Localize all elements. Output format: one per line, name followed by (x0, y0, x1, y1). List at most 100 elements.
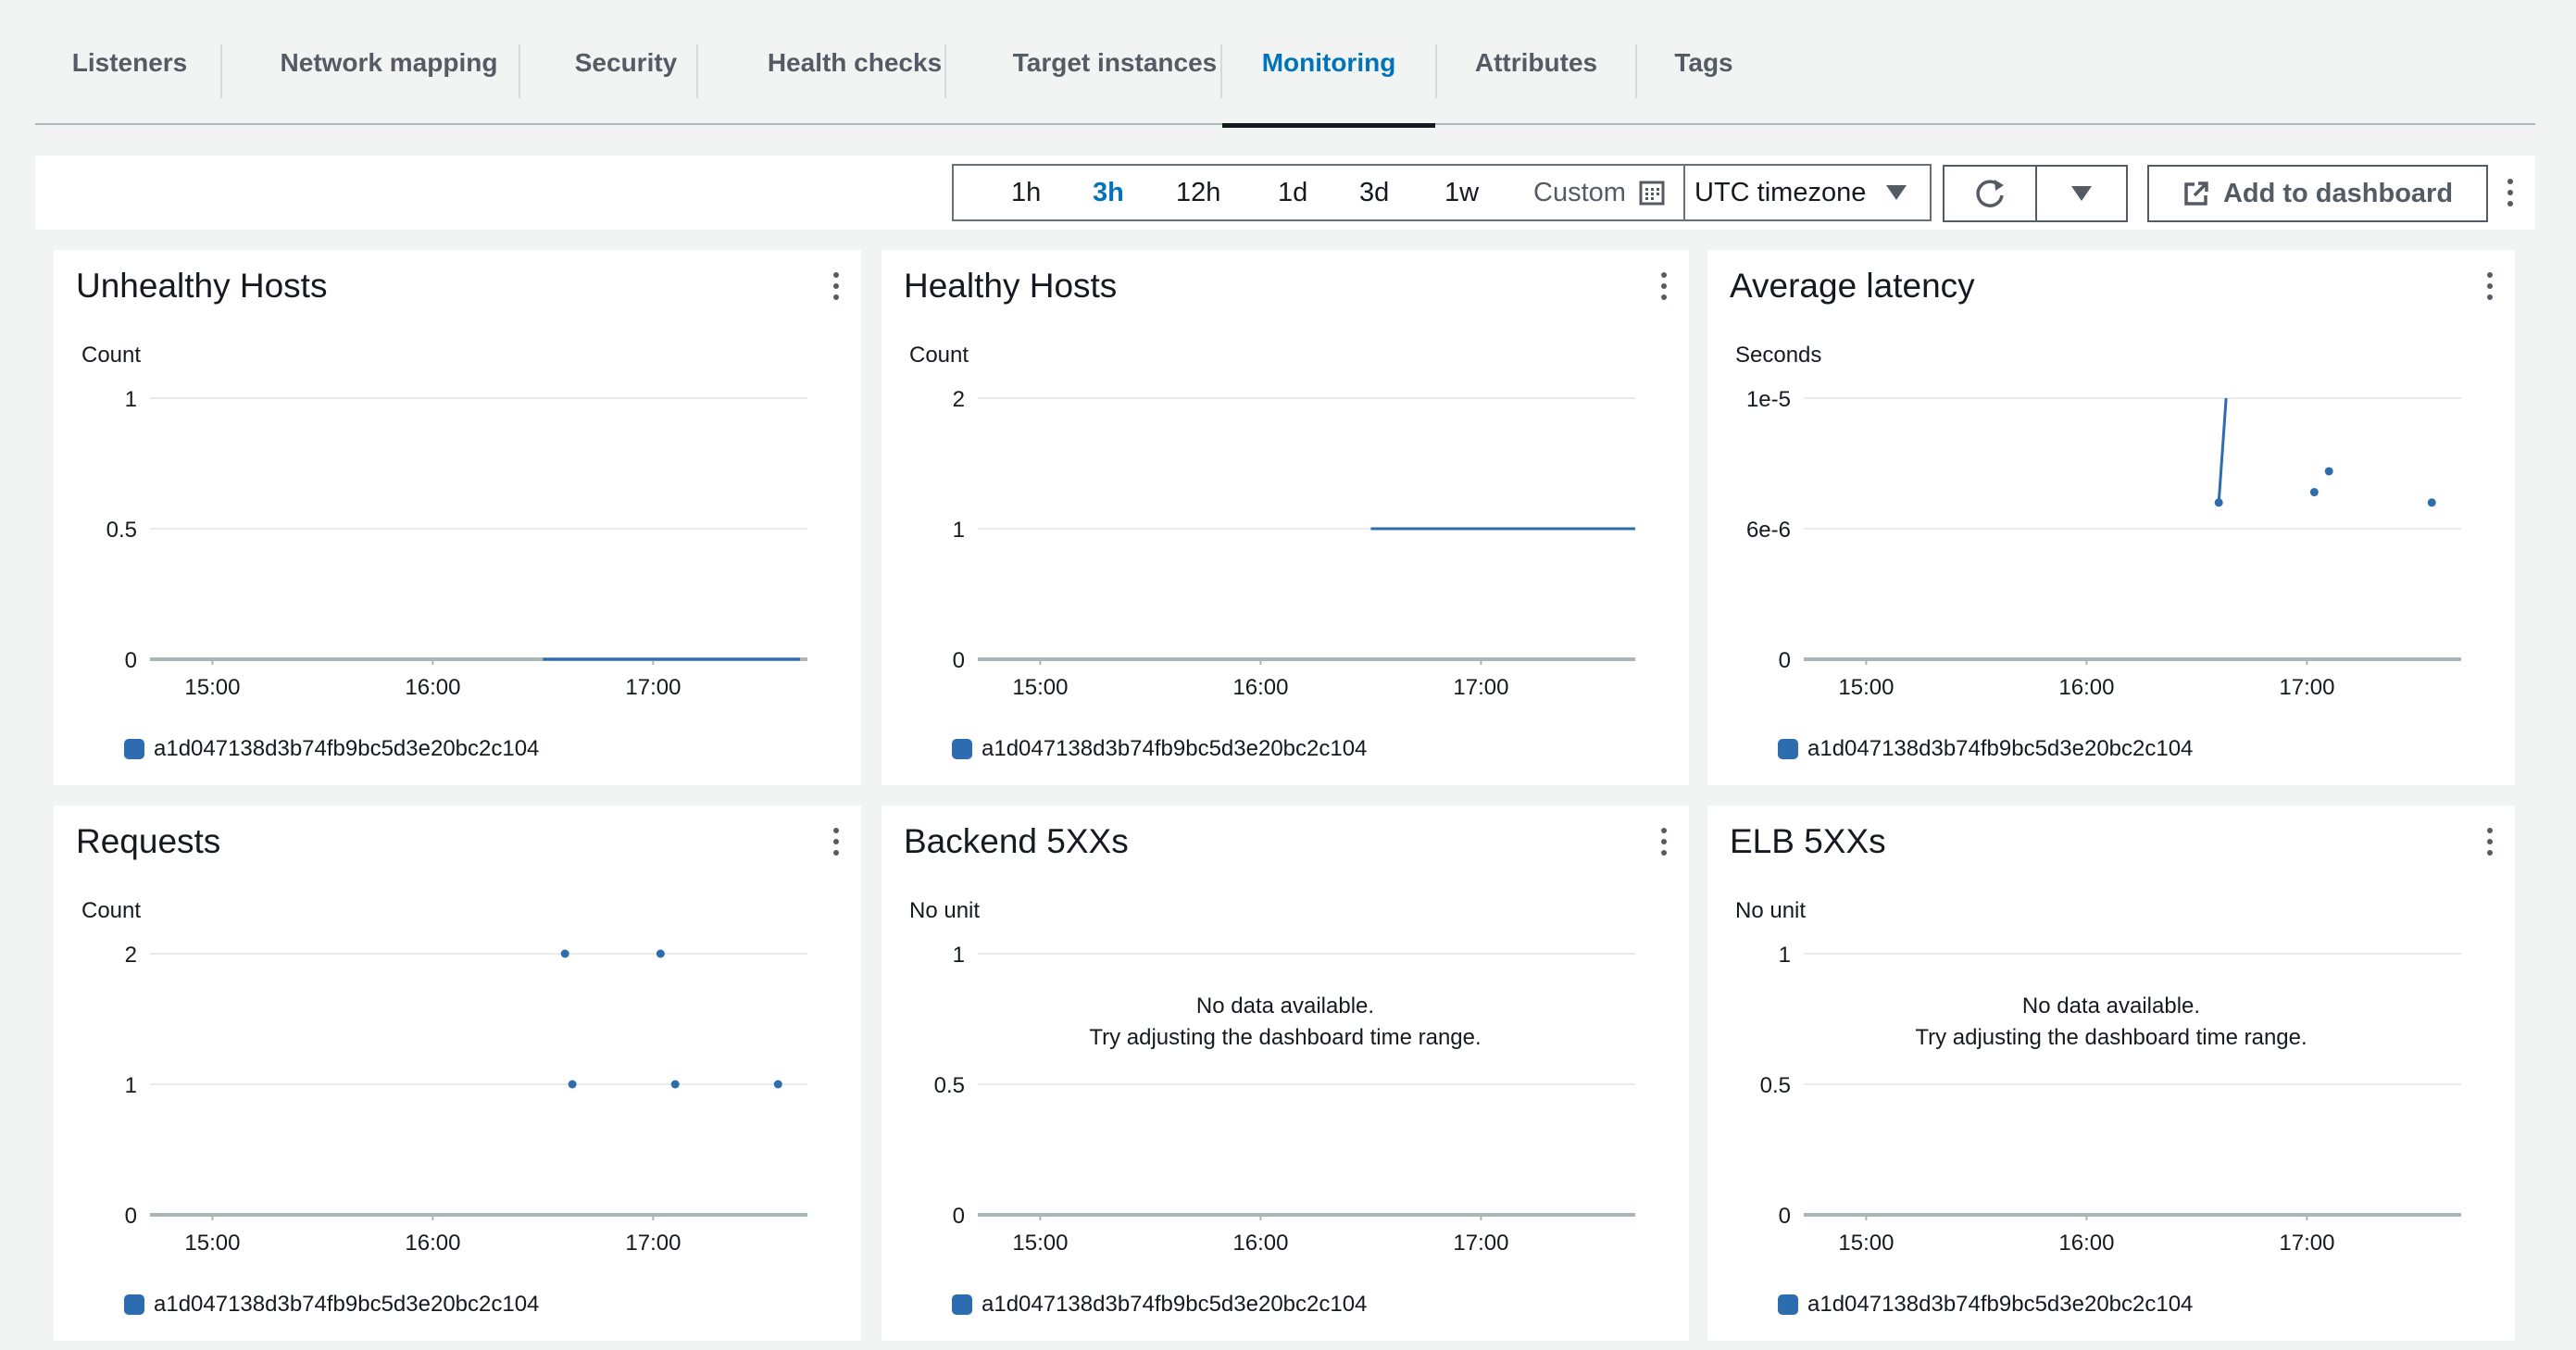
more-vertical-icon[interactable] (2485, 828, 2495, 856)
more-vertical-icon[interactable] (1659, 272, 1669, 300)
chart-legend[interactable]: a1d047138d3b74fb9bc5d3e20bc2c104 (1778, 736, 2193, 762)
chart-healthy-hosts: 0 1 2 15:00 16:00 17:00 (953, 387, 1635, 700)
x-tick-label: 16:00 (2058, 675, 2114, 700)
time-range-3d[interactable]: 3d (1359, 166, 1389, 219)
add-to-dashboard-button[interactable]: Add to dashboard (2147, 165, 2488, 222)
widget-healthy-hosts: Healthy Hosts Count 0 1 2 15:00 16:00 17:00 a… (882, 250, 1689, 785)
y-axis-unit: No unit (909, 898, 981, 923)
legend-swatch (952, 739, 972, 759)
data-point (560, 949, 569, 958)
x-tick-label: 16:00 (1232, 1231, 1288, 1256)
y-tick-label: 0 (953, 1204, 965, 1229)
x-tick-label: 15:00 (184, 1231, 240, 1256)
widget-average-latency: Average latency Seconds 0 6e-6 1e-5 15:00 16… (1707, 250, 2515, 785)
widget-title: Backend 5XXs (904, 822, 1129, 860)
data-point (670, 1080, 680, 1089)
y-tick-label: 0 (125, 648, 137, 673)
external-link-icon (2184, 181, 2208, 206)
widget-title: Unhealthy Hosts (76, 267, 328, 305)
chart-legend[interactable]: a1d047138d3b74fb9bc5d3e20bc2c104 (952, 1292, 1367, 1318)
y-tick-label: 1 (953, 518, 965, 543)
more-vertical-icon[interactable] (2485, 272, 2495, 300)
refresh-button[interactable] (1943, 165, 2037, 222)
widget-backend-5xxs: Backend 5XXs No unit 0 0.5 1 15:00 16:00 17:0… (882, 806, 1689, 1341)
y-axis-unit: Count (81, 343, 142, 368)
refresh-options-button[interactable] (2035, 165, 2128, 222)
time-range-1w[interactable]: 1w (1444, 166, 1479, 219)
y-tick-label: 2 (125, 943, 137, 968)
x-tick-label: 17:00 (1453, 1231, 1508, 1256)
x-tick-label: 15:00 (1838, 675, 1894, 700)
y-tick-label: 0 (953, 648, 965, 673)
chart-legend[interactable]: a1d047138d3b74fb9bc5d3e20bc2c104 (124, 1292, 539, 1318)
chart-elb-5xxs: 0 0.5 1 15:00 16:00 17:00 (1760, 943, 2461, 1256)
chart-legend[interactable]: a1d047138d3b74fb9bc5d3e20bc2c104 (124, 736, 539, 762)
y-tick-label: 0 (1779, 648, 1791, 673)
legend-swatch (952, 1294, 972, 1315)
toolbar-divider (1683, 166, 1685, 219)
add-to-dashboard-label: Add to dashboard (2222, 178, 2454, 208)
chart-average-latency: 0 6e-6 1e-5 15:00 16:00 17:00 (1746, 387, 2461, 700)
time-range-selector: 1h 3h 12h 1d 3d 1w Custom UTC timezone (952, 164, 1932, 221)
widget-requests: Requests Count 0 1 2 15:00 16:00 17:00 a1d047… (54, 806, 861, 1341)
more-vertical-icon[interactable] (832, 828, 841, 856)
more-vertical-icon[interactable] (2506, 179, 2515, 206)
y-tick-label: 1 (953, 943, 965, 968)
legend-swatch (124, 1294, 144, 1315)
no-data-message: No data available. (2021, 994, 2201, 1019)
legend-label: a1d047138d3b74fb9bc5d3e20bc2c104 (982, 736, 1368, 761)
data-point (2324, 467, 2333, 476)
tab-bar: Listeners Network mapping Security Healt… (35, 0, 2535, 128)
x-tick-label: 17:00 (2279, 675, 2334, 700)
more-vertical-icon[interactable] (1659, 828, 1669, 856)
caret-down-icon[interactable] (1884, 182, 1908, 203)
data-point (656, 949, 665, 958)
y-tick-label: 2 (953, 387, 965, 412)
calendar-icon[interactable] (1639, 180, 1665, 206)
legend-swatch (1778, 739, 1798, 759)
legend-label: a1d047138d3b74fb9bc5d3e20bc2c104 (1807, 1292, 2194, 1317)
monitoring-toolbar: 1h 3h 12h 1d 3d 1w Custom UTC timezone A… (35, 156, 2535, 230)
widget-title: Healthy Hosts (904, 267, 1118, 305)
chart-legend[interactable]: a1d047138d3b74fb9bc5d3e20bc2c104 (952, 736, 1367, 762)
data-point (2309, 488, 2319, 497)
no-data-hint: Try adjusting the dashboard time range. (1089, 1025, 1482, 1050)
y-tick-label: 6e-6 (1746, 518, 1791, 543)
chart-backend-5xxs: 0 0.5 1 15:00 16:00 17:00 (934, 943, 1635, 1256)
tab-attributes[interactable]: Attributes (1437, 0, 1635, 125)
widget-elb-5xxs: ELB 5XXs No unit 0 0.5 1 15:00 16:00 17:00 No… (1707, 806, 2515, 1341)
y-tick-label: 1 (125, 387, 137, 412)
refresh-icon (1976, 180, 2004, 207)
data-point (773, 1080, 782, 1089)
tab-tags[interactable]: Tags (1637, 0, 1770, 125)
widget-title: Average latency (1730, 267, 1975, 305)
time-range-12h[interactable]: 12h (1176, 166, 1220, 219)
x-tick-label: 15:00 (184, 675, 240, 700)
time-range-custom[interactable]: Custom (1533, 166, 1626, 219)
tab-monitoring[interactable]: Monitoring (1222, 0, 1435, 128)
tab-network-mapping[interactable]: Network mapping (222, 0, 556, 125)
no-data-hint: Try adjusting the dashboard time range. (1915, 1025, 2307, 1050)
chart-unhealthy-hosts: 0 0.5 1 15:00 16:00 17:00 (106, 387, 807, 700)
widget-unhealthy-hosts: Unhealthy Hosts Count 0 0.5 1 15:00 16:00 17:… (54, 250, 861, 785)
y-axis-unit: Seconds (1735, 343, 1822, 368)
y-tick-label: 1 (125, 1073, 137, 1098)
x-tick-label: 17:00 (625, 1231, 681, 1256)
x-tick-label: 17:00 (1453, 675, 1508, 700)
more-vertical-icon[interactable] (832, 272, 841, 300)
legend-label: a1d047138d3b74fb9bc5d3e20bc2c104 (154, 1292, 540, 1317)
time-range-3h[interactable]: 3h (1093, 166, 1124, 219)
time-range-1h[interactable]: 1h (1011, 166, 1041, 219)
x-tick-label: 15:00 (1838, 1231, 1894, 1256)
y-tick-label: 1e-5 (1746, 387, 1791, 412)
x-tick-label: 16:00 (405, 1231, 460, 1256)
time-range-1d[interactable]: 1d (1278, 166, 1307, 219)
timezone-select[interactable]: UTC timezone (1694, 166, 1866, 219)
data-point (2214, 498, 2223, 507)
data-point (568, 1080, 577, 1089)
y-axis-unit: No unit (1735, 898, 1807, 923)
chart-legend[interactable]: a1d047138d3b74fb9bc5d3e20bc2c104 (1778, 1292, 2193, 1318)
tab-listeners[interactable]: Listeners (35, 0, 224, 125)
y-tick-label: 0.5 (934, 1073, 965, 1098)
widget-title: Requests (76, 822, 221, 860)
